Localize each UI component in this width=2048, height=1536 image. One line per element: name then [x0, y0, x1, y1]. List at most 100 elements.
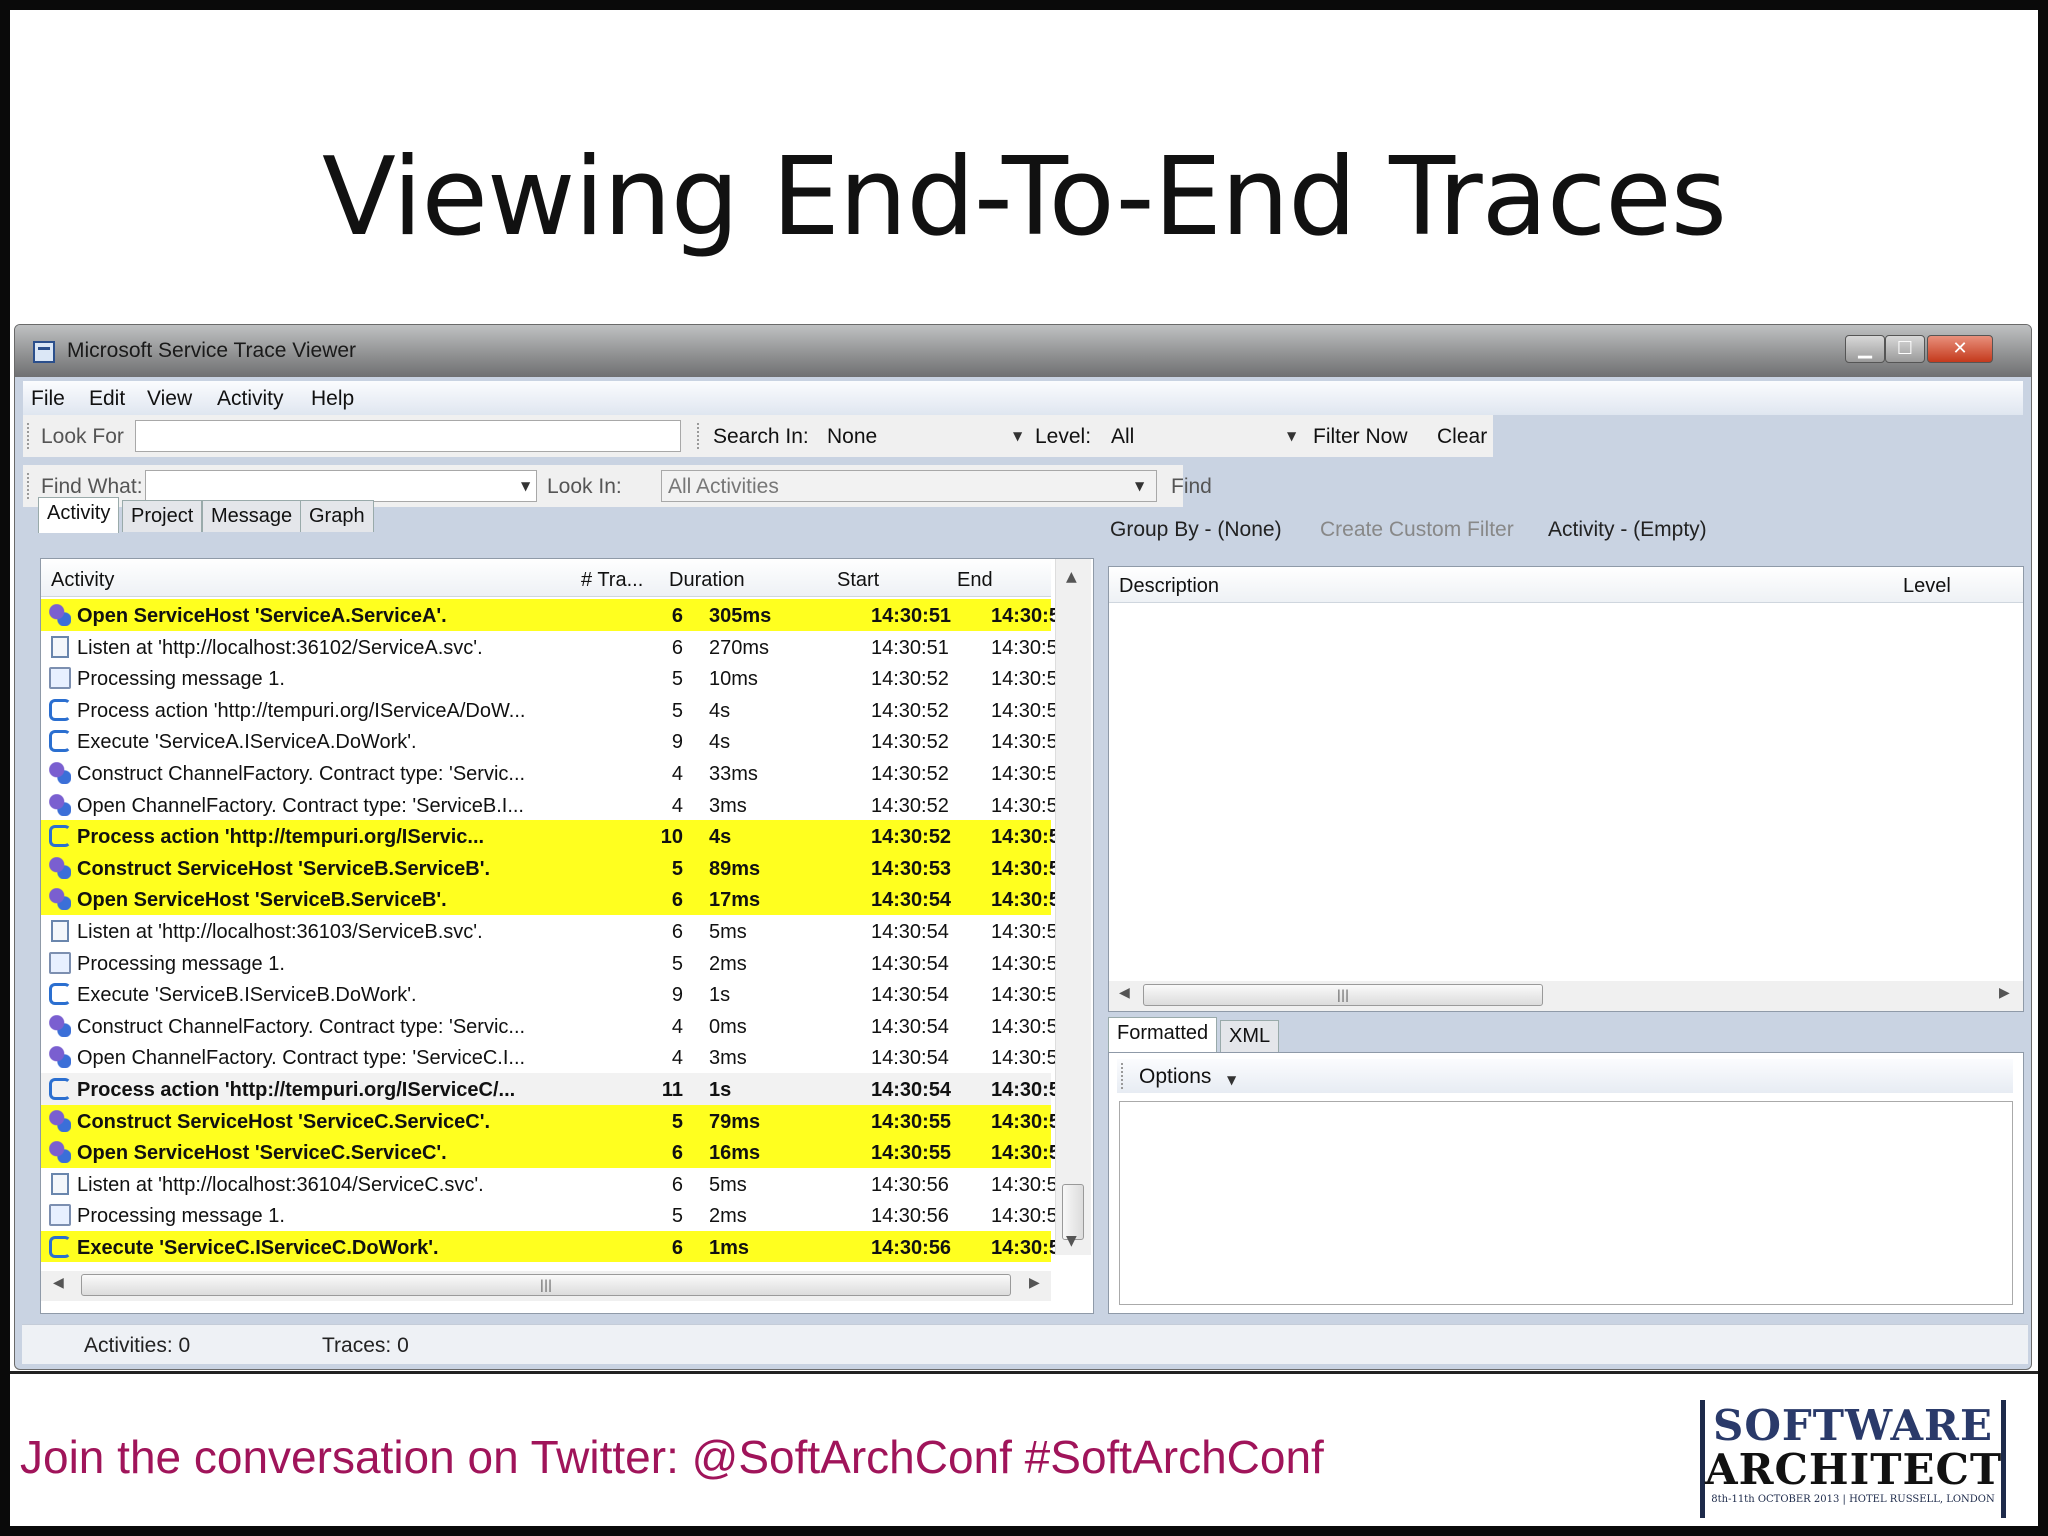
start-cell: 14:30:54 [871, 1047, 949, 1070]
tab-xml[interactable]: XML [1220, 1020, 1280, 1052]
activity-rows: Open ServiceHost 'ServiceA.ServiceA'. 6 30… [41, 599, 1071, 1263]
table-row[interactable]: Process action 'http://tempuri.org/IServ… [41, 820, 1071, 852]
menu-edit[interactable]: Edit [89, 387, 125, 411]
traces-cell: 5 [671, 1110, 683, 1133]
create-custom-filter-button[interactable]: Create Custom Filter [1320, 518, 1514, 542]
close-button[interactable]: ✕ [1927, 335, 1993, 363]
filter-now-button[interactable]: Filter Now [1313, 425, 1408, 449]
start-cell: 14:30:52 [871, 668, 949, 691]
menu-activity[interactable]: Activity [217, 387, 284, 411]
level-select[interactable]: All [1111, 425, 1134, 449]
menu-help[interactable]: Help [311, 387, 354, 411]
look-in-select[interactable]: All Activities [661, 470, 1157, 502]
table-row[interactable]: Construct ChannelFactory. Contract type:… [41, 1010, 1069, 1042]
table-row[interactable]: Processing message 1. 5 10ms 14:30:52 14:30:… [41, 662, 1069, 694]
scroll-thumb[interactable]: ||| [1143, 984, 1543, 1006]
vertical-scrollbar[interactable]: ▲ ▼ [1055, 559, 1091, 1255]
scroll-left-icon[interactable]: ◀ [53, 1275, 64, 1291]
chevron-down-icon[interactable]: ▼ [1013, 429, 1022, 443]
table-row[interactable]: Listen at 'http://localhost:36103/Servic… [41, 915, 1069, 947]
table-row[interactable]: Execute 'ServiceB.IServiceB.DoWork'. 9 1s 1… [41, 978, 1069, 1010]
column-level[interactable]: Level [1903, 575, 1951, 598]
app-icon [33, 341, 55, 363]
column-start[interactable]: Start [837, 569, 879, 592]
table-row[interactable]: Listen at 'http://localhost:36102/Servic… [41, 631, 1069, 663]
search-in-select[interactable]: None [827, 425, 877, 449]
table-row[interactable]: Process action 'http://tempuri.org/IServ… [41, 1072, 1071, 1105]
maximize-button[interactable]: ☐ [1885, 335, 1925, 363]
group-by-button[interactable]: Group By - (None) [1110, 518, 1282, 542]
duration-cell: 2ms [709, 952, 747, 975]
message-icon [49, 667, 71, 690]
scroll-up-icon[interactable]: ▲ [1066, 569, 1077, 585]
scroll-thumb[interactable]: ||| [81, 1274, 1011, 1296]
menu-file[interactable]: File [31, 387, 65, 411]
clear-button[interactable]: Clear [1437, 425, 1487, 449]
table-row[interactable]: Process action 'http://tempuri.org/IServ… [41, 694, 1069, 726]
table-row[interactable]: Construct ServiceHost 'ServiceC.ServiceC… [41, 1104, 1071, 1137]
duration-cell: 0ms [709, 1015, 747, 1038]
horizontal-scrollbar[interactable]: ◀ ||| ▶ [41, 1271, 1051, 1301]
traces-cell: 5 [671, 668, 683, 691]
table-row[interactable]: Processing message 1. 5 2ms 14:30:56 14:30:5… [41, 1199, 1069, 1231]
start-cell: 14:30:51 [871, 605, 952, 627]
process-icon [49, 1235, 71, 1258]
look-for-input[interactable] [135, 420, 681, 452]
column-traces[interactable]: # Tra... [581, 569, 643, 592]
conference-logo: SOFTWARE ARCHITECT 8th-11th OCTOBER 2013… [1700, 1400, 2006, 1518]
title-bar[interactable]: Microsoft Service Trace Viewer ▁ ☐ ✕ [15, 325, 2031, 377]
find-what-input[interactable] [145, 470, 537, 502]
table-row[interactable]: Open ChannelFactory. Contract type: 'Ser… [41, 1041, 1069, 1073]
activity-cell: Execute 'ServiceB.IServiceB.DoWork'. [77, 984, 417, 1007]
table-row[interactable]: Execute 'ServiceA.IServiceA.DoWork'. 9 4s 1… [41, 725, 1069, 757]
find-button[interactable]: Find [1171, 475, 1212, 499]
column-activity[interactable]: Activity [51, 569, 114, 592]
traces-count: Traces: 0 [322, 1334, 409, 1357]
chevron-down-icon[interactable]: ▼ [521, 479, 530, 493]
scroll-thumb[interactable] [1062, 1184, 1084, 1240]
start-cell: 14:30:51 [871, 636, 949, 659]
table-row[interactable]: Execute 'ServiceC.IServiceC.DoWork'. 6 1ms… [41, 1230, 1071, 1263]
table-row[interactable]: Open ServiceHost 'ServiceA.ServiceA'. 6 30… [41, 599, 1071, 631]
toolbar-grip[interactable] [27, 473, 30, 499]
minimize-button[interactable]: ▁ [1845, 335, 1885, 363]
toolbar-grip[interactable] [1121, 1063, 1124, 1089]
table-row[interactable]: Processing message 1. 5 2ms 14:30:54 14:30:5… [41, 947, 1069, 979]
column-end[interactable]: End [957, 569, 993, 592]
tab-project[interactable]: Project [122, 500, 203, 532]
twitter-callout: Join the conversation on Twitter: @SoftA… [20, 1431, 1324, 1483]
table-row[interactable]: Listen at 'http://localhost:36104/Servic… [41, 1168, 1069, 1200]
traces-cell: 6 [671, 1236, 683, 1259]
toolbar-grip[interactable] [27, 423, 30, 449]
options-button[interactable]: Options [1139, 1065, 1211, 1089]
tab-message[interactable]: Message [202, 500, 302, 532]
horizontal-scrollbar[interactable]: ◀ ||| ▶ [1109, 981, 2023, 1011]
find-what-label: Find What: [41, 475, 143, 498]
gear-icon [49, 1046, 71, 1069]
scroll-left-icon[interactable]: ◀ [1119, 985, 1130, 1001]
start-cell: 14:30:56 [871, 1236, 952, 1259]
duration-cell: 4s [709, 731, 731, 754]
table-row[interactable]: Open ServiceHost 'ServiceC.ServiceC'. 6 16… [41, 1136, 1071, 1168]
table-row[interactable]: Construct ChannelFactory. Contract type:… [41, 757, 1069, 789]
scroll-right-icon[interactable]: ▶ [1999, 985, 2010, 1001]
level-label: Level: [1035, 425, 1092, 448]
traces-cell: 4 [671, 1015, 683, 1038]
table-row[interactable]: Construct ServiceHost 'ServiceB.ServiceB… [41, 851, 1071, 884]
column-duration[interactable]: Duration [669, 569, 745, 592]
chevron-down-icon[interactable]: ▼ [1227, 1073, 1236, 1087]
traces-cell: 6 [671, 636, 683, 659]
chevron-down-icon[interactable]: ▼ [1135, 479, 1144, 493]
chevron-down-icon[interactable]: ▼ [1287, 429, 1296, 443]
table-row[interactable]: Open ServiceHost 'ServiceB.ServiceB'. 6 17… [41, 883, 1071, 915]
toolbar-grip[interactable] [697, 423, 700, 449]
scroll-right-icon[interactable]: ▶ [1029, 1275, 1040, 1291]
tab-graph[interactable]: Graph [300, 500, 374, 532]
scroll-down-icon[interactable]: ▼ [1066, 1233, 1077, 1249]
column-description[interactable]: Description [1119, 575, 1219, 598]
menu-view[interactable]: View [147, 387, 192, 411]
tab-activity[interactable]: Activity [38, 497, 120, 533]
tab-formatted[interactable]: Formatted [1108, 1017, 1218, 1053]
table-row[interactable]: Open ChannelFactory. Contract type: 'Ser… [41, 789, 1069, 821]
activity-cell: Process action 'http://tempuri.org/IServ… [77, 826, 485, 849]
